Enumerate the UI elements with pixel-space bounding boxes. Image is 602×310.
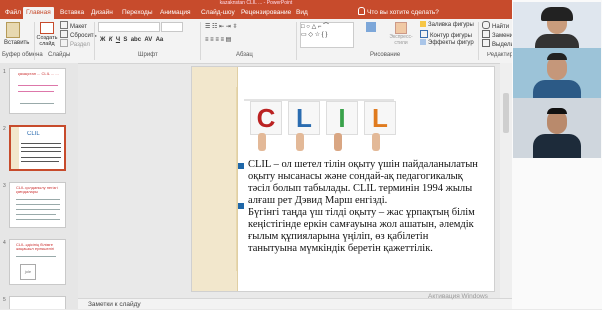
slide-number: 5 xyxy=(3,297,6,303)
list-buttons[interactable]: ☰ ☷ ⇤ ⇥ ⇳ xyxy=(205,23,238,31)
bullet-1-line-4: алғаш рет Дэвид Марш енгізді. xyxy=(248,195,388,206)
bullet-2-line-4: танытуына мүмкіндік беретін қажеттілік. xyxy=(248,243,433,254)
lightbulb-icon xyxy=(358,7,365,15)
paste-button[interactable]: Вставить xyxy=(4,22,29,47)
font-name-select[interactable] xyxy=(98,22,160,32)
tab-review[interactable]: Рецензирование xyxy=(238,7,294,19)
shape-effects-button[interactable]: Эффекты фигур xyxy=(420,39,474,47)
slide-thumbnail-3[interactable]: CLIL қолданылу негізгі қағидалары xyxy=(9,182,66,228)
bullet-2-line-3: ғылым құпияларына үңіліп, өз қабілетін xyxy=(248,231,429,242)
new-slide-icon xyxy=(40,22,54,34)
slide-thumbnail-4[interactable]: CLIL әдісінің білімге жаңашыл ерекшелігі… xyxy=(9,239,66,285)
align-buttons[interactable]: ≡ ≡ ≡ ≡ ▤ xyxy=(205,36,231,44)
slide-canvas[interactable]: C L I L CLIL – ол шетел тілін оқыту үшін… xyxy=(192,67,494,291)
thumb-title: CLIL қолданылу негізгі қағидалары xyxy=(16,186,58,194)
ribbon: Вставить Буфер обмена Создать слайд Маке… xyxy=(0,19,520,64)
section-button[interactable]: Раздел xyxy=(60,39,90,49)
slide-number: 1 xyxy=(3,69,6,75)
tab-animation[interactable]: Анимация xyxy=(157,7,194,19)
tab-design[interactable]: Дизайн xyxy=(88,7,116,19)
slides-group-label: Слайды xyxy=(48,52,71,58)
slide-number: 4 xyxy=(3,240,6,246)
new-slide-button[interactable]: Создать слайд xyxy=(36,22,58,47)
styles-icon xyxy=(395,22,407,34)
font-format-buttons[interactable]: Ж К Ч S abc AV Aa xyxy=(100,36,163,44)
slide-thumbnail-pane: 1 қазақстан ... CLIL ... ... 2 CLIL 3 CL… xyxy=(0,63,78,309)
clil-image: C L I L xyxy=(240,77,396,151)
arrange-button[interactable] xyxy=(360,22,382,32)
slide-thumbnail-5[interactable] xyxy=(9,296,66,309)
slide-thumbnail-1[interactable]: қазақстан ... CLIL ... ... xyxy=(9,68,66,114)
notes-placeholder: Заметки к слайду xyxy=(88,301,141,308)
clipboard-icon xyxy=(6,22,20,38)
clil-letter-l2: L xyxy=(364,101,396,135)
editing-group-label: Редактирование xyxy=(487,52,512,58)
video-panel xyxy=(512,0,602,309)
bullet-1-line-1: CLIL – ол шетел тілін оқыту үшін пайдала… xyxy=(248,159,478,170)
bullet-marker xyxy=(238,203,244,209)
vertical-scrollbar[interactable] xyxy=(500,63,512,298)
tab-home[interactable]: Главная xyxy=(23,7,54,19)
clil-letter-i: I xyxy=(326,101,358,135)
clil-letter-l: L xyxy=(288,101,320,135)
font-group-label: Шрифт xyxy=(138,52,158,58)
slide-number: 3 xyxy=(3,183,6,189)
thumb-title: CLIL әдісінің білімге жаңашыл ерекшелігі xyxy=(16,243,55,251)
slide-thumbnail-2[interactable]: CLIL xyxy=(9,125,66,171)
bullet-1-line-2: оқыту нысанасы және сондай-ақ педагогика… xyxy=(248,171,463,182)
thumb-title: CLIL xyxy=(27,131,40,137)
clipboard-group-label: Буфер обмена xyxy=(2,52,43,58)
slide-side-decoration xyxy=(192,67,238,291)
bullet-2-line-1: Бүгінгі таңда үш тілді оқыту – жас ұрпақ… xyxy=(248,207,475,218)
scrollbar-thumb[interactable] xyxy=(503,93,509,133)
shape-fill-button[interactable]: Заливка фигуры xyxy=(420,21,474,29)
tab-view[interactable]: Вид xyxy=(293,7,311,19)
slide-number: 2 xyxy=(3,126,6,132)
participant-video-3 xyxy=(513,98,601,158)
font-size-select[interactable] xyxy=(161,22,183,32)
bullet-marker xyxy=(238,163,244,169)
tab-file[interactable]: Файл xyxy=(2,7,24,19)
bullet-2-line-2: кеңістігінде еркін самғауына жол ашатын,… xyxy=(248,219,474,230)
paragraph-group-label: Абзац xyxy=(236,52,253,58)
new-slide-label: Создать слайд xyxy=(36,35,58,47)
tab-slideshow[interactable]: Слайд-шоу xyxy=(198,7,238,19)
drawing-group-label: Рисование xyxy=(370,52,401,58)
tab-insert[interactable]: Вставка xyxy=(57,7,87,19)
activation-watermark: Активация Windows xyxy=(428,293,488,300)
shapes-gallery[interactable]: □ ○ △ ⌐ ⌒ ▭ ◇ ☆ { } xyxy=(300,22,354,48)
express-styles-button[interactable]: Экспресс-стили xyxy=(386,22,416,46)
tab-transitions[interactable]: Переходы xyxy=(119,7,156,19)
arrange-icon xyxy=(366,22,376,32)
clil-letter-c: C xyxy=(250,101,282,135)
paste-label: Вставить xyxy=(4,40,30,46)
bullet-1-line-3: тәсіл болып табылады. CLIL терминін 1994… xyxy=(248,183,473,194)
tell-me-box[interactable]: Что вы хотите сделать? xyxy=(358,7,439,19)
tell-me-text: Что вы хотите сделать? xyxy=(367,9,439,16)
